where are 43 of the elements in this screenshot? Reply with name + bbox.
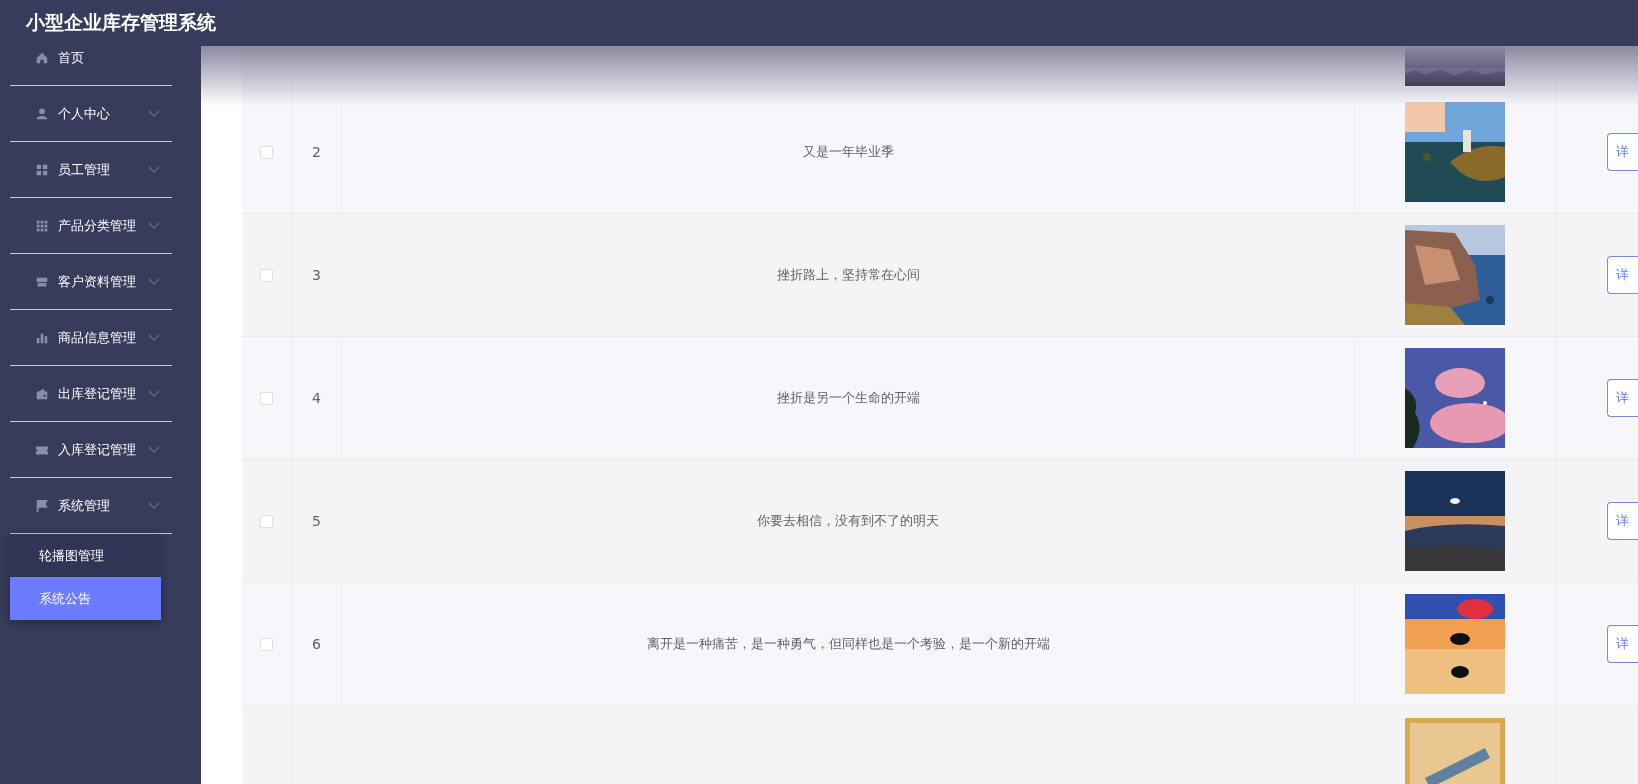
- notice-title: 挫折是另一个生命的开端: [776, 389, 920, 407]
- chevron-icon: [148, 445, 160, 454]
- menu-item[interactable]: 入库登记管理: [10, 422, 172, 478]
- menu-icon: [35, 498, 49, 513]
- chevron-icon: [148, 109, 160, 118]
- row-checkbox[interactable]: [260, 637, 273, 651]
- menu-item[interactable]: 商品信息管理: [10, 310, 172, 366]
- notice-title: 又是一年毕业季: [802, 143, 894, 161]
- chevron-icon: [148, 501, 160, 510]
- menu-icon: [35, 162, 49, 177]
- menu-icon: [35, 218, 49, 233]
- detail-button[interactable]: 详: [1607, 625, 1638, 663]
- detail-button[interactable]: 详: [1607, 379, 1638, 417]
- detail-button[interactable]: 详: [1607, 133, 1638, 171]
- row-index: 3: [312, 267, 321, 283]
- menu-item[interactable]: 员工管理: [10, 142, 172, 198]
- row-checkbox[interactable]: [260, 391, 273, 405]
- notice-title: 你要去相信，没有到不了的明天: [757, 512, 939, 530]
- menu-item[interactable]: 出库登记管理: [10, 366, 172, 422]
- menu-icon: [35, 386, 49, 401]
- chevron-icon: [148, 221, 160, 230]
- row-checkbox[interactable]: [260, 268, 273, 282]
- menu-item[interactable]: 产品分类管理: [10, 198, 172, 254]
- submenu-item[interactable]: 轮播图管理: [10, 534, 161, 577]
- detail-button[interactable]: 详: [1607, 502, 1638, 540]
- row-checkbox[interactable]: [260, 145, 273, 159]
- menu-item[interactable]: 客户资料管理: [10, 254, 172, 310]
- detail-button[interactable]: 详: [1607, 256, 1638, 294]
- chevron-icon: [148, 165, 160, 174]
- row-index: 5: [312, 513, 321, 529]
- row-index: 2: [312, 144, 321, 160]
- notice-title: 离开是一种痛苦，是一种勇气，但同样也是一个考验，是一个新的开端: [646, 635, 1050, 653]
- chevron-icon: [148, 333, 160, 342]
- menu-item[interactable]: 个人中心: [10, 86, 172, 142]
- notice-title: 挫折路上，坚持常在心间: [776, 266, 920, 284]
- menu-icon: [35, 106, 49, 121]
- row-index: 6: [312, 636, 321, 652]
- row-checkbox[interactable]: [260, 514, 273, 528]
- submenu-item[interactable]: 系统公告: [10, 577, 161, 620]
- chevron-icon: [148, 389, 160, 398]
- row-index: 4: [312, 390, 321, 406]
- menu-icon: [35, 50, 49, 65]
- chevron-icon: [148, 277, 160, 286]
